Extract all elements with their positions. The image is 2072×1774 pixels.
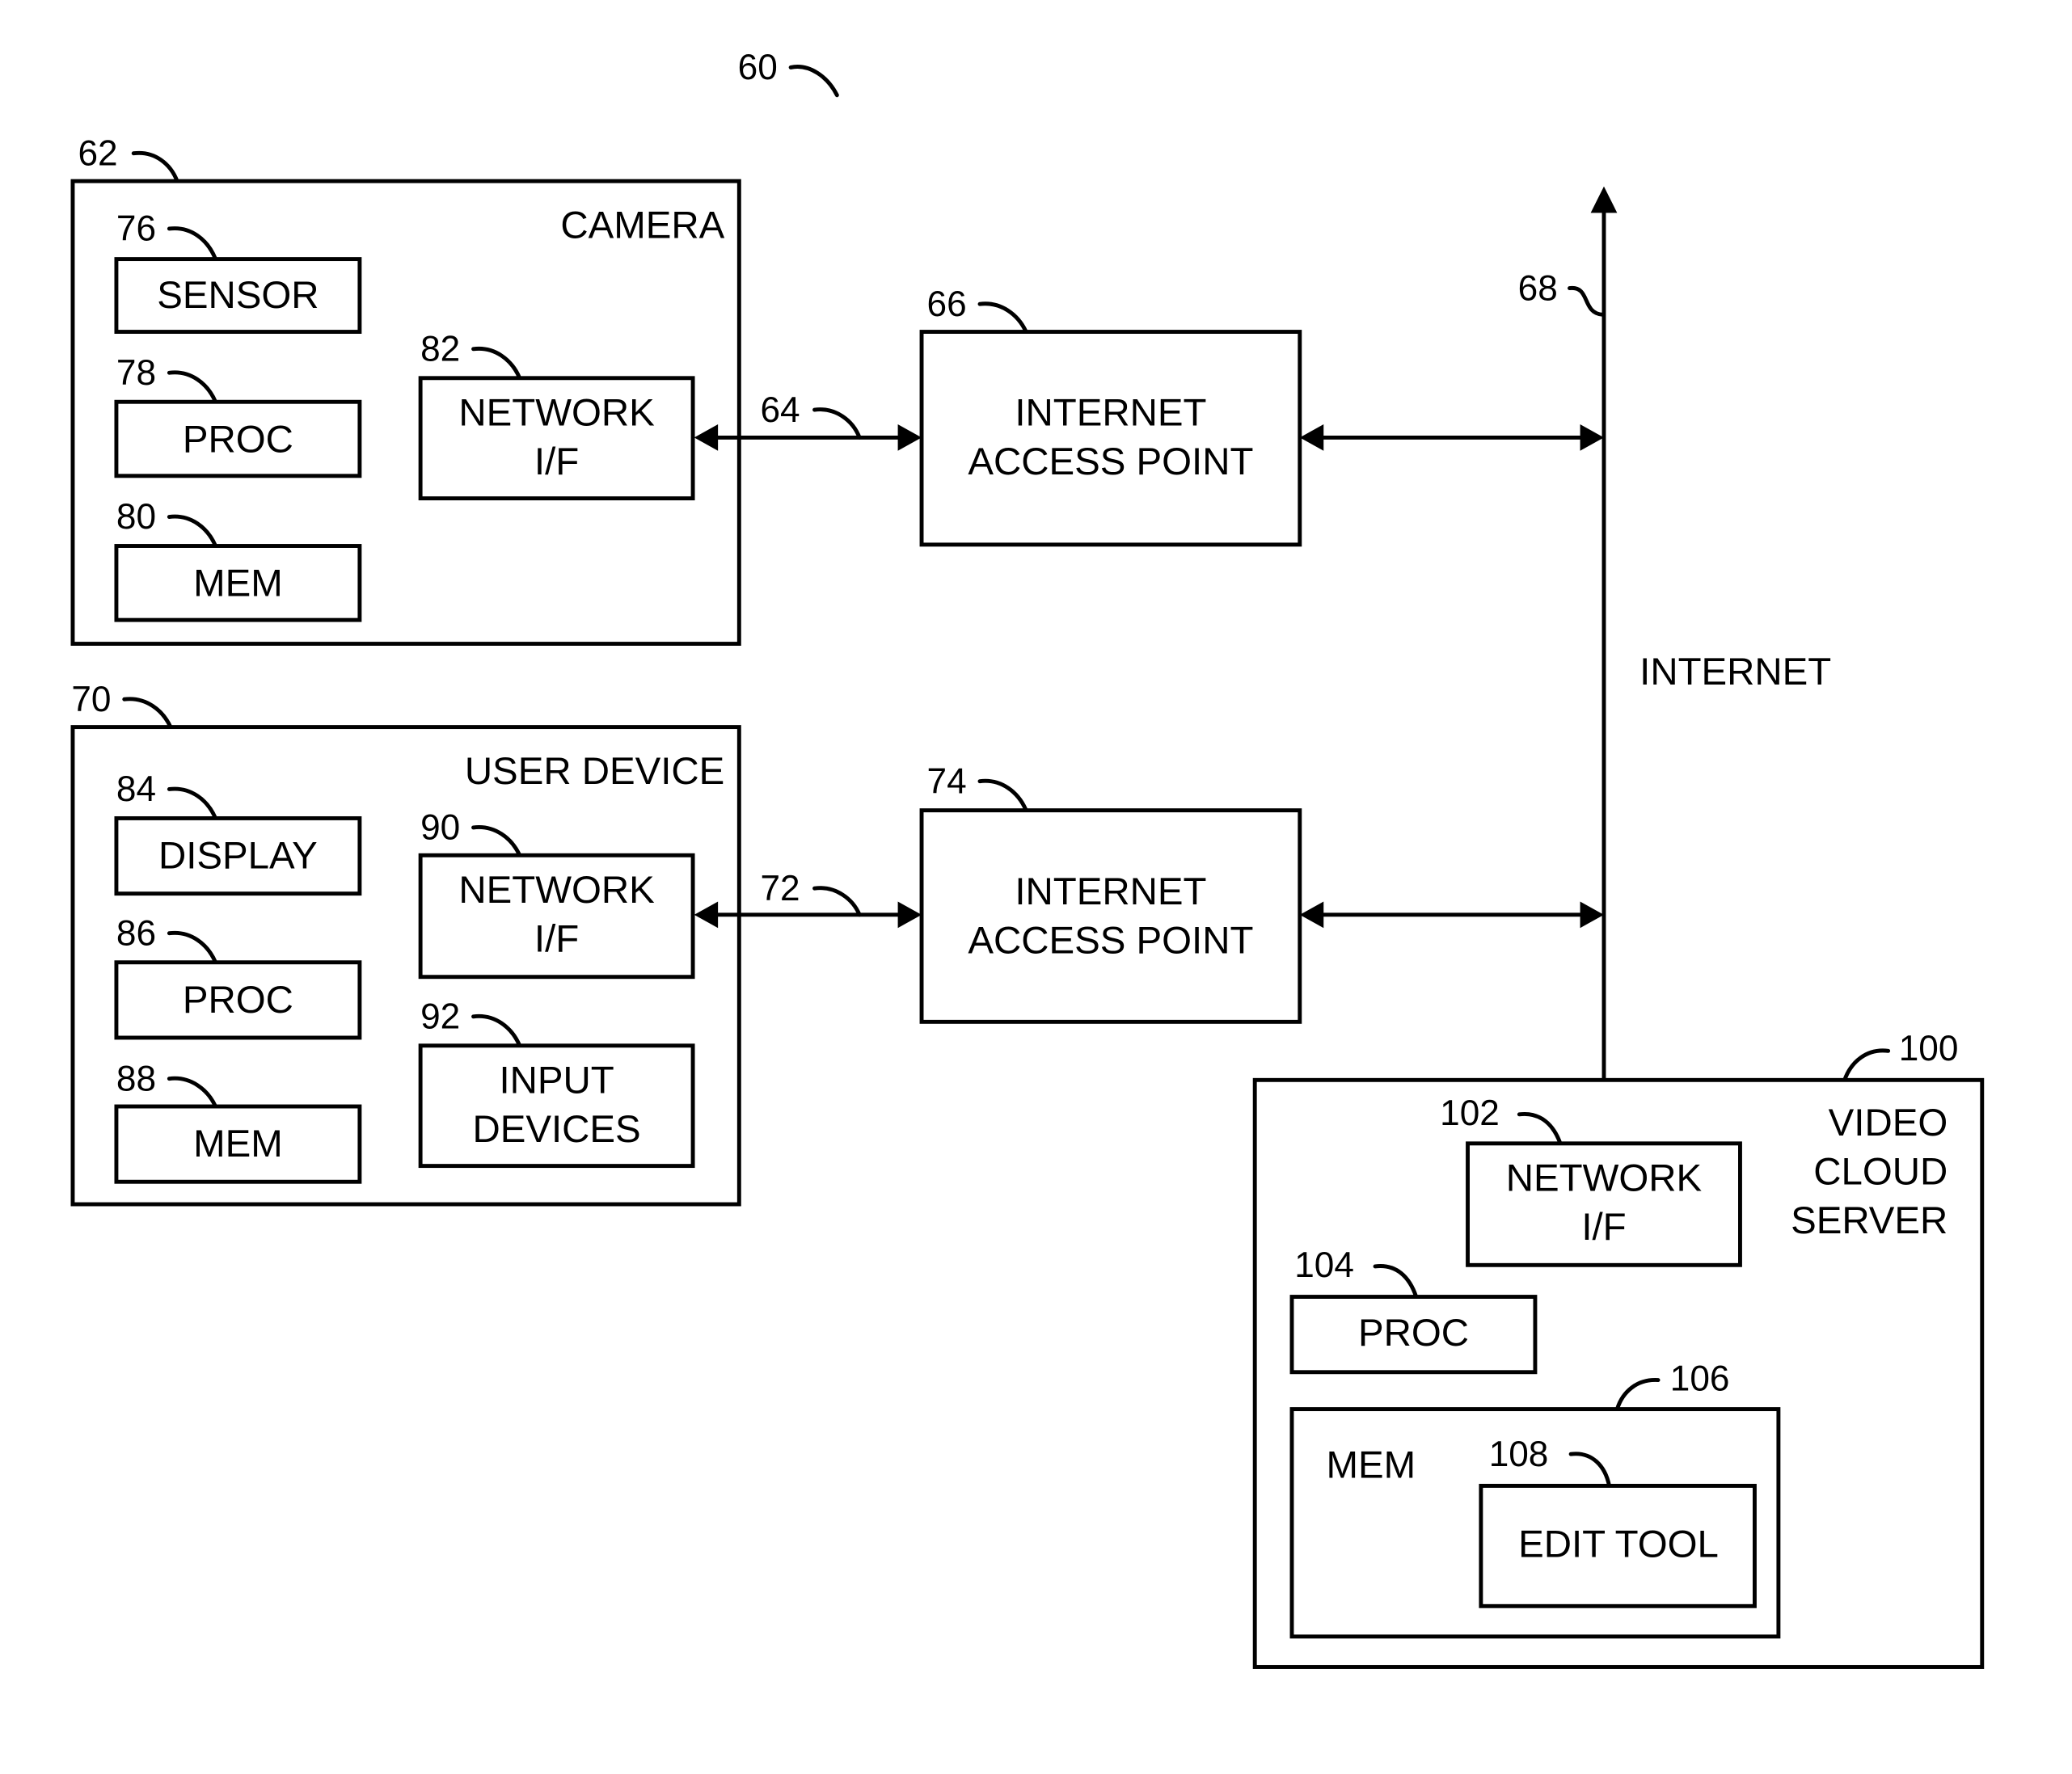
network-if-ref-number: 82 [420,330,460,369]
mem-ref-number: 80 [116,497,156,537]
sensor-label: SENSOR [157,274,319,317]
proc-label: PROC [183,418,293,461]
network-if-label-line1: NETWORK [1506,1157,1703,1200]
access-point-1: 66 INTERNET ACCESS POINT [919,284,1302,547]
network-if-label-line2: I/F [534,918,579,961]
server-title-line2: CLOUD [1813,1151,1948,1194]
internet-backbone: 68 INTERNET [1518,186,1831,1144]
display-ref-number: 84 [116,769,156,809]
network-if-label-line2: I/F [1581,1206,1626,1249]
camera-ref-number: 62 [78,133,118,173]
server-title-line3: SERVER [1791,1199,1948,1242]
ap2-ref-number: 74 [927,761,967,801]
input-devices-label-line2: DEVICES [472,1108,640,1151]
edit-tool-ref-number: 108 [1489,1435,1549,1474]
proc-ref-number: 78 [116,353,156,393]
network-if-ref-number: 90 [420,808,460,848]
camera-title: CAMERA [560,204,724,247]
edit-tool-label: EDIT TOOL [1518,1523,1719,1566]
camera-block: 62 CAMERA 76 SENSOR 78 PROC 80 MEM 82 NE… [70,133,741,647]
mem-label: MEM [193,563,283,605]
ap2-internet-link [1299,901,1604,929]
server-ref-leader [1842,1048,1891,1082]
ap2-box [919,808,1302,1024]
camera-link-ref-number: 64 [760,390,800,430]
mem-ref-number: 88 [116,1059,156,1098]
proc-ref-number: 86 [116,913,156,953]
ap1-internet-link [1299,424,1604,451]
proc-ref-number: 104 [1294,1245,1354,1285]
ap1-ref-leader [977,301,1028,334]
ap1-ref-number: 66 [927,284,967,324]
user-link-ref-leader [812,886,862,917]
mem-ref-number: 106 [1670,1359,1730,1399]
internet-ref-leader [1568,286,1605,317]
ap1-label-line1: INTERNET [1015,392,1206,435]
system-diagram: 60 62 CAMERA 76 SENSOR 78 PROC 80 MEM 82 [70,48,1985,1669]
server-block: 100 VIDEO CLOUD SERVER 102 NETWORK I/F 1… [1252,1029,1985,1669]
ap2-ref-leader [977,778,1028,813]
user-device-title: USER DEVICE [465,750,725,793]
ap2-internet-arrow-right [1580,901,1604,929]
mem-label: MEM [1327,1444,1416,1487]
input-devices-ref-number: 92 [420,997,460,1037]
user-device-block: 70 USER DEVICE 84 DISPLAY 86 PROC 88 MEM… [70,680,741,1207]
internet-ref-number: 68 [1518,268,1558,308]
server-title-line1: VIDEO [1829,1102,1948,1144]
mem-label: MEM [193,1123,283,1165]
network-if-label-line1: NETWORK [458,392,655,435]
display-label: DISPLAY [158,835,318,878]
proc-label: PROC [183,979,293,1022]
figure-ref-leader [788,65,839,98]
ap1-internet-arrow-right [1580,424,1604,451]
camera-ref-leader [131,150,179,183]
server-ref-number: 100 [1899,1029,1959,1068]
ap1-label-line2: ACCESS POINT [968,440,1253,483]
proc-label: PROC [1358,1312,1469,1355]
ap1-box [919,330,1302,547]
sensor-ref-number: 76 [116,209,156,249]
network-if-label-line1: NETWORK [458,869,655,912]
ap2-label-line1: INTERNET [1015,870,1206,913]
user-link-arrow-right [897,901,922,929]
ap1-internet-arrow-left [1299,424,1324,451]
camera-link-ref-leader [812,407,862,440]
network-if-label-line2: I/F [534,440,579,483]
access-point-2: 74 INTERNET ACCESS POINT [919,761,1302,1024]
ap2-internet-arrow-left [1299,901,1324,929]
internet-label: INTERNET [1639,651,1831,693]
input-devices-label-line1: INPUT [499,1060,614,1102]
ap2-label-line2: ACCESS POINT [968,919,1253,962]
user-link-ref-number: 72 [760,869,800,908]
internet-arrow-up [1590,186,1618,213]
network-if-ref-number: 102 [1440,1093,1500,1133]
camera-link-arrow-right [897,424,922,451]
user-device-ref-number: 70 [71,680,111,719]
figure-reference: 60 [738,48,839,98]
user-device-ref-leader [122,697,173,730]
figure-ref-number: 60 [738,48,778,87]
